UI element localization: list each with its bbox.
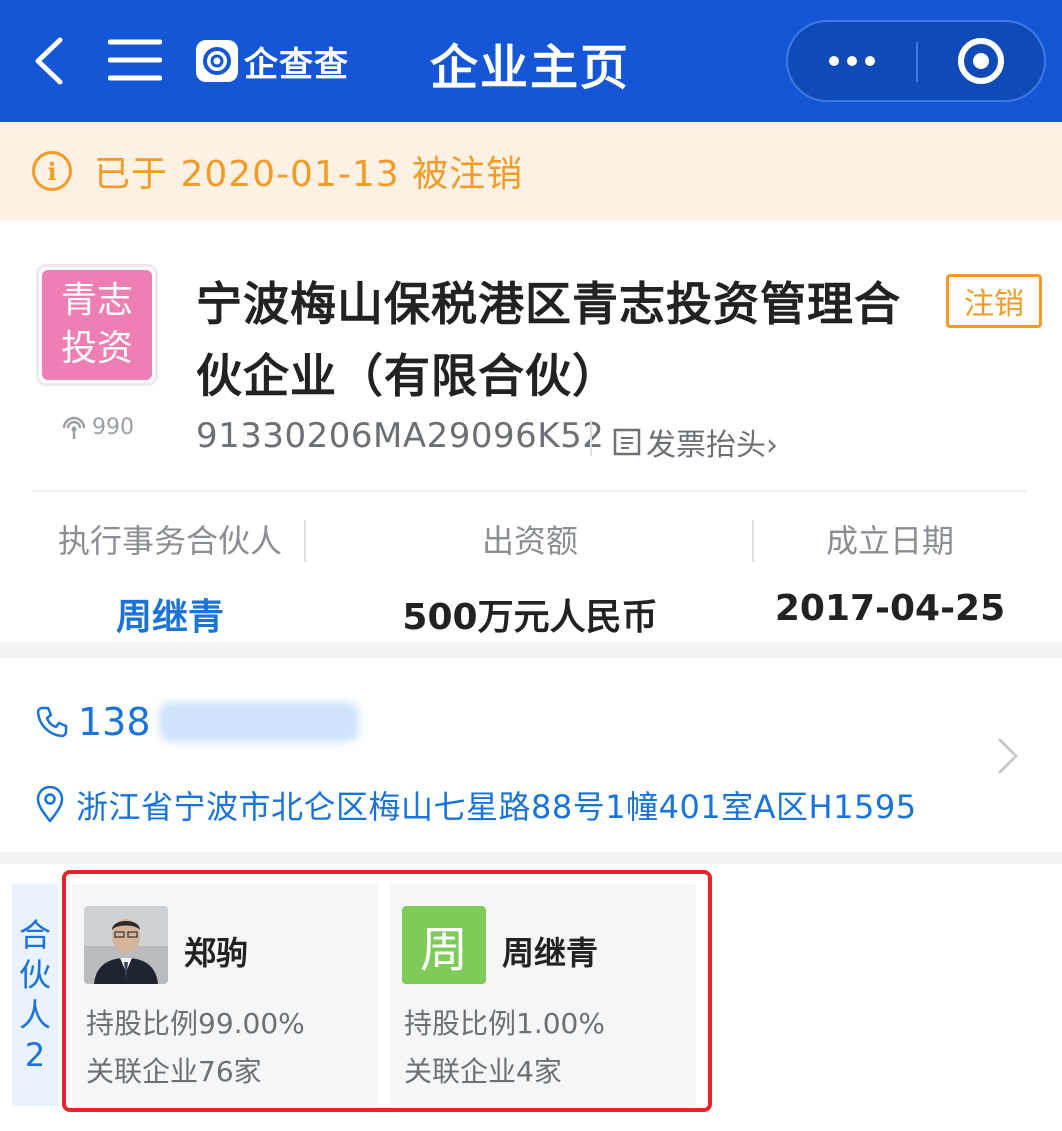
address-row[interactable]: 浙江省宁波市北仑区梅山七星路88号1幢401室A区H1595 [34,782,917,828]
more-dots-icon [829,56,875,66]
cancellation-notice: i 已于 2020-01-13 被注销 [0,122,1062,220]
legal-partner-link[interactable]: 周继青 [20,588,320,640]
company-name: 宁波梅山保税港区青志投资管理合伙企业（有限合伙） [196,277,901,403]
stat-legal-partner: 执行事务合伙人 周继青 [20,516,320,640]
stat-divider [304,520,306,562]
partners-tab-char: 合 [18,916,51,954]
phone-redacted-blur [158,702,359,742]
partners-tab[interactable]: 合 伙 人 2 [12,884,58,1106]
partners-tab-char: 2 [24,1036,46,1074]
info-icon: i [32,151,72,191]
invoice-title-link[interactable]: 发票抬头› [612,420,778,464]
chevron-right-icon[interactable] [996,736,1020,776]
invoice-label: 发票抬头› [646,428,778,463]
phone-number: 138 [78,700,151,744]
company-info-card: 青志 投资 990 宁波梅山保税港区青志投资管理合伙企业（有限合伙） 注销 91… [0,220,1062,642]
company-logo-line2: 投资 [60,328,133,369]
stat-founded-date: 成立日期 2017-04-25 [740,516,1040,629]
partners-tab-char: 人 [18,996,51,1034]
credit-code[interactable]: 91330206MA29096K52 [196,416,604,456]
stat-capital: 出资额 500万元人民币 [380,516,680,640]
logo-mark-icon [196,40,238,82]
top-nav-bar: 企查查 企业主页 [0,0,1062,122]
logo-text: 企查查 [244,44,349,85]
menu-icon[interactable] [108,38,162,82]
close-mini-program-button[interactable] [918,22,1044,100]
stat-value: 500万元人民币 [402,597,658,638]
stat-label: 出资额 [481,522,578,560]
broadcast-icon [62,416,86,439]
company-logo-line1: 青志 [60,280,133,321]
app-logo[interactable]: 企查查 [196,38,349,85]
location-pin-icon [36,786,64,823]
back-arrow-icon[interactable] [30,36,70,86]
page-title: 企业主页 [429,40,630,96]
heat-counter: 990 [60,414,134,440]
phone-icon [36,706,68,738]
more-button[interactable] [788,22,916,100]
code-divider [590,420,592,456]
stat-label: 执行事务合伙人 [57,522,282,560]
divider [32,490,1028,492]
partners-section: 合 伙 人 2 郑驹 持股比例99.00% 关联企业76家 周 周继青 持股比例… [0,864,1062,1131]
heat-value: 990 [92,414,134,440]
contact-card[interactable]: 138 浙江省宁波市北仑区梅山七星路88号1幢401室A区H1595 [0,658,1062,852]
address-text: 浙江省宁波市北仑区梅山七星路88号1幢401室A区H1595 [76,788,917,826]
invoice-icon [613,428,641,456]
stat-value: 2017-04-25 [774,588,1006,629]
highlight-annotation-box [62,870,712,1112]
mini-program-capsule [786,20,1046,102]
stat-label: 成立日期 [825,522,954,560]
status-badge: 注销 [946,274,1042,328]
phone-row[interactable]: 138 [34,700,359,744]
partners-tab-char: 伙 [18,956,51,994]
target-circle-icon [958,38,1004,84]
company-logo[interactable]: 青志 投资 [36,264,158,386]
notice-text: 已于 2020-01-13 被注销 [94,154,524,195]
